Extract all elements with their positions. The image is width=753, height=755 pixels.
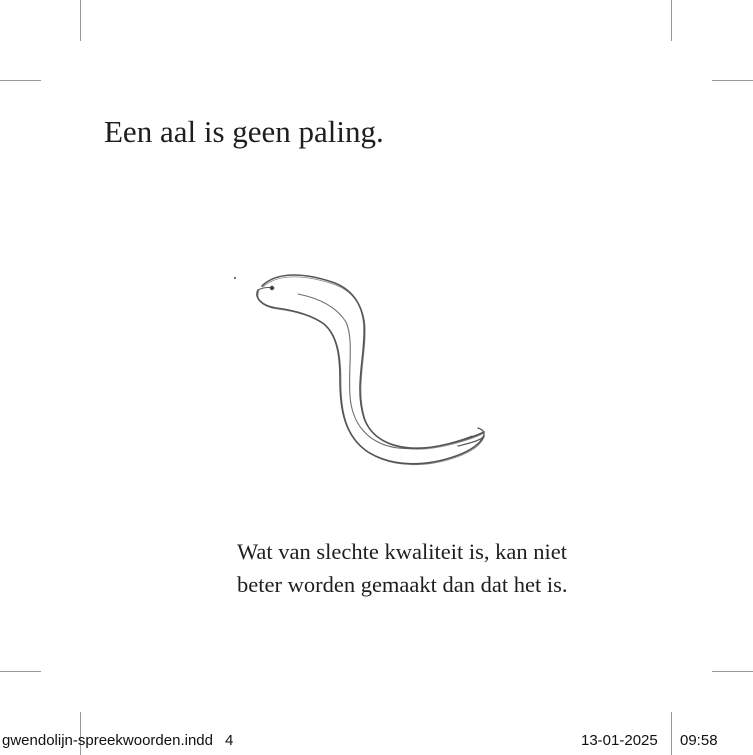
slug-page-number: 4 bbox=[224, 732, 234, 749]
crop-mark-right-top bbox=[712, 80, 753, 81]
caption-line-1: Wat van slechte kwaliteit is, kan niet bbox=[237, 539, 567, 564]
crop-mark-right-bottom bbox=[712, 671, 753, 672]
crop-mark-left-top bbox=[0, 80, 41, 81]
crop-mark-top-right bbox=[671, 0, 672, 41]
crop-mark-top-left bbox=[80, 0, 81, 41]
caption-line-2: beter worden gemaakt dan dat het is. bbox=[237, 572, 568, 597]
eel-icon bbox=[233, 274, 485, 466]
slug-time: 09:58 bbox=[680, 732, 718, 749]
slug-file-info: gwendolijn-spreekwoorden.indd 4 bbox=[2, 731, 233, 751]
slug-date: 13-01-2025 bbox=[581, 732, 658, 749]
crop-mark-left-bottom bbox=[0, 671, 41, 672]
crop-mark-bottom-right bbox=[671, 712, 672, 755]
page-title: Een aal is geen paling. bbox=[104, 114, 384, 149]
proverb-explanation: Wat van slechte kwaliteit is, kan niet b… bbox=[237, 535, 568, 601]
slug-filename: gwendolijn-spreekwoorden.indd bbox=[2, 732, 213, 749]
